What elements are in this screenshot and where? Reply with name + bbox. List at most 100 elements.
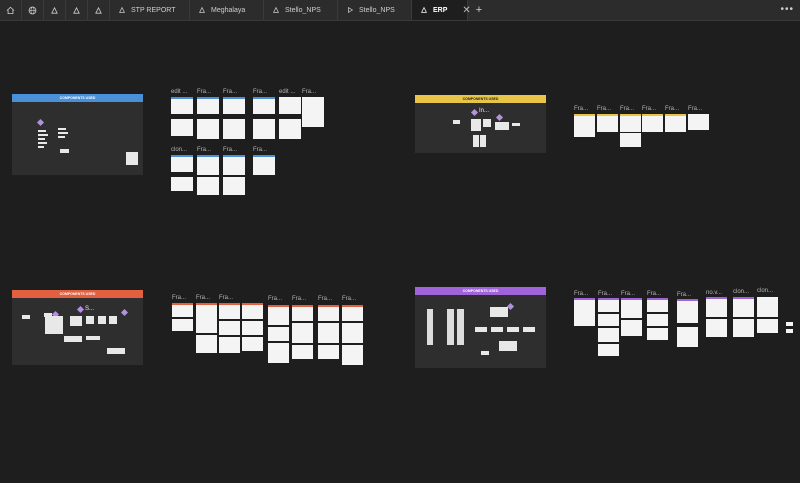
frame[interactable] — [223, 155, 245, 175]
frame[interactable] — [688, 114, 709, 130]
frame[interactable] — [647, 314, 668, 326]
frame[interactable] — [665, 114, 686, 132]
tab-stello-nps[interactable]: Stello_NPS — [264, 0, 338, 20]
tab-meghalaya[interactable]: Meghalaya — [190, 0, 264, 20]
tab-label: Stello_NPS — [285, 6, 321, 14]
frame[interactable] — [279, 97, 301, 114]
figma-canvas[interactable]: COMPONENTS USED COMPONENTS USED In... CO… — [0, 21, 800, 483]
frame[interactable] — [733, 319, 754, 337]
frame[interactable] — [342, 305, 363, 321]
frame[interactable] — [197, 155, 219, 175]
frame[interactable] — [647, 298, 668, 312]
component-icon — [470, 108, 479, 117]
frame[interactable] — [172, 303, 193, 317]
component-item — [45, 316, 63, 334]
frame[interactable] — [342, 345, 363, 365]
frame-label: no.v... — [706, 290, 722, 296]
component-item — [473, 135, 479, 147]
frame[interactable] — [242, 337, 263, 351]
frame[interactable] — [757, 297, 778, 317]
frame[interactable] — [171, 155, 193, 172]
frame[interactable] — [302, 97, 324, 127]
frame[interactable] — [219, 337, 240, 353]
tab-stello-nps-prototype[interactable]: Stello_NPS — [338, 0, 412, 20]
frame-label: Fra... — [223, 89, 238, 95]
frame[interactable] — [292, 323, 313, 343]
frame[interactable] — [223, 119, 245, 139]
frame[interactable] — [342, 323, 363, 343]
component-item — [58, 136, 65, 138]
frame[interactable] — [197, 119, 219, 139]
frame[interactable] — [223, 97, 245, 114]
frame[interactable] — [598, 314, 619, 326]
frame[interactable] — [621, 320, 642, 336]
component-icon — [495, 113, 504, 122]
tab-stp-report[interactable]: STP REPORT — [110, 0, 190, 20]
plugin-button-1[interactable] — [44, 0, 66, 20]
frame[interactable] — [706, 297, 727, 317]
frame[interactable] — [597, 114, 618, 132]
board-snippet: S... — [85, 306, 95, 312]
frame[interactable] — [620, 114, 641, 132]
frame[interactable] — [621, 298, 642, 318]
frame[interactable] — [598, 298, 619, 312]
frame[interactable] — [253, 155, 275, 175]
frame-label: Fra... — [621, 291, 636, 297]
new-tab-button[interactable]: + — [468, 0, 490, 20]
frame[interactable] — [197, 97, 219, 114]
frame[interactable] — [242, 303, 263, 319]
frame[interactable] — [642, 114, 663, 132]
plugin-button-2[interactable] — [66, 0, 88, 20]
frame[interactable] — [196, 335, 217, 353]
frame[interactable] — [318, 345, 339, 359]
frame[interactable] — [786, 322, 793, 326]
frame[interactable] — [620, 133, 641, 147]
plugin-button-3[interactable] — [88, 0, 110, 20]
community-button[interactable] — [22, 0, 44, 20]
frame[interactable] — [292, 345, 313, 359]
frame[interactable] — [598, 344, 619, 356]
more-options-icon[interactable]: ••• — [780, 4, 794, 15]
components-board-orange[interactable]: COMPONENTS USED S... — [12, 290, 143, 365]
frame[interactable] — [268, 343, 289, 363]
component-item — [86, 316, 94, 324]
frame[interactable] — [733, 297, 754, 317]
tab-bar: STP REPORT Meghalaya Stello_NPS Stello_N… — [0, 0, 800, 21]
components-board-blue[interactable]: COMPONENTS USED — [12, 94, 143, 175]
frame[interactable] — [292, 305, 313, 321]
tab-erp[interactable]: ERP ✕ — [412, 0, 471, 20]
frame[interactable] — [171, 97, 193, 114]
component-item — [38, 134, 48, 136]
component-item — [126, 152, 138, 165]
frame[interactable] — [279, 119, 301, 139]
frame[interactable] — [219, 303, 240, 319]
frame[interactable] — [677, 299, 698, 323]
frame[interactable] — [598, 328, 619, 342]
frame[interactable] — [268, 327, 289, 341]
frame[interactable] — [253, 119, 275, 139]
frame[interactable] — [318, 305, 339, 321]
frame[interactable] — [196, 303, 217, 333]
frame[interactable] — [574, 114, 595, 137]
frame[interactable] — [253, 97, 275, 114]
frame[interactable] — [268, 305, 289, 325]
frame[interactable] — [677, 327, 698, 347]
frame[interactable] — [171, 119, 193, 136]
frame[interactable] — [197, 177, 219, 195]
frame[interactable] — [647, 328, 668, 340]
frame[interactable] — [171, 177, 193, 191]
frame[interactable] — [219, 321, 240, 335]
components-board-yellow[interactable]: COMPONENTS USED In... — [415, 95, 546, 153]
figma-file-icon — [421, 6, 427, 13]
frame[interactable] — [706, 319, 727, 337]
frame[interactable] — [757, 319, 778, 333]
frame[interactable] — [574, 298, 595, 326]
frame[interactable] — [172, 319, 193, 331]
components-board-purple[interactable]: COMPONENTS USED — [415, 287, 546, 368]
component-item — [38, 142, 47, 144]
frame[interactable] — [223, 177, 245, 195]
frame[interactable] — [786, 329, 793, 333]
home-button[interactable] — [0, 0, 22, 20]
frame[interactable] — [242, 321, 263, 335]
frame[interactable] — [318, 323, 339, 343]
